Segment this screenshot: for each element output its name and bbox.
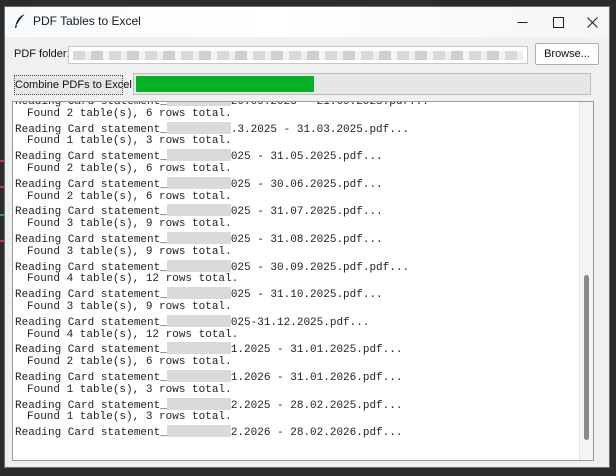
- found-text: Found 2 table(s), 6 rows total.: [27, 356, 232, 369]
- reading-filename-suffix: 025 - 31.07.2025.pdf...: [230, 206, 383, 219]
- log-line-reading: Reading Card statement_ 025-31.12.2025.pd…: [15, 314, 429, 329]
- log-line-reading: Reading Card statement_ 025 - 31.05.2025.…: [15, 149, 429, 163]
- reading-filename-suffix: 1.2025 - 31.01.2025.pdf...: [230, 344, 403, 357]
- redacted-filename: [166, 314, 231, 327]
- log-line-found: Found 4 table(s), 12 rows total.: [15, 329, 429, 343]
- folder-row: PDF folder: Browse...: [5, 43, 609, 69]
- redacted-path: [73, 51, 523, 60]
- reading-prefix: Reading Card statement_: [15, 233, 167, 246]
- found-text: Found 1 table(s), 3 rows total.: [27, 383, 232, 396]
- log-line-reading: Reading Card statement_ .3.2025 - 31.03.2…: [15, 121, 429, 136]
- log-line-found: Found 2 table(s), 6 rows total.: [15, 108, 429, 122]
- log-line-found: Found 1 table(s), 3 rows total.: [15, 411, 429, 425]
- found-text: Found 1 table(s), 3 rows total.: [27, 411, 232, 424]
- reading-prefix: Reading Card statement_: [15, 371, 167, 384]
- found-text: Found 2 table(s), 6 rows total.: [27, 107, 232, 120]
- reading-filename-suffix: 025 - 30.06.2025.pdf...: [230, 178, 383, 191]
- log-line-found: Found 1 table(s), 3 rows total.: [15, 135, 429, 149]
- log-line-found: Found 3 table(s), 9 rows total.: [15, 218, 429, 232]
- log-line-found: Found 3 table(s), 9 rows total.: [15, 246, 429, 260]
- log-line-reading: Reading Card statement_ 025 - 31.08.2025.…: [15, 231, 429, 246]
- log-line-reading: Reading Card statement_ 025 - 31.07.2025.…: [15, 204, 429, 218]
- reading-filename-suffix: 025 - 31.05.2025.pdf...: [230, 151, 383, 164]
- close-icon: [586, 16, 598, 28]
- progress-bar: [133, 73, 591, 95]
- reading-filename-suffix: 025 - 31.08.2025.pdf...: [230, 233, 383, 246]
- reading-prefix: Reading Card statement_: [15, 427, 167, 440]
- found-text: Found 3 table(s), 9 rows total.: [27, 245, 232, 258]
- redacted-filename: [166, 102, 231, 106]
- log-line-reading: Reading Card statement_ 1.2025 - 31.01.20…: [15, 342, 429, 356]
- feather-icon: [15, 13, 26, 28]
- log-line-found: Found 2 table(s), 6 rows total.: [15, 191, 429, 205]
- found-text: Found 3 table(s), 9 rows total.: [27, 218, 232, 231]
- window-title: PDF Tables to Excel: [33, 14, 141, 28]
- found-text: Found 3 table(s), 9 rows total.: [27, 300, 232, 313]
- redacted-filename: [166, 425, 231, 438]
- reading-filename-suffix: 1.2026 - 31.01.2026.pdf...: [230, 371, 403, 384]
- log-line-reading: Reading Card statement_ 1.2026 - 31.01.20…: [15, 369, 429, 384]
- found-text: Found 4 table(s), 12 rows total.: [27, 273, 239, 286]
- log-lines: Reading Card statement_ 20.09.2025 - 21.0…: [15, 101, 429, 439]
- log-line-reading: Reading Card statement_ 2.2026 - 28.02.20…: [15, 425, 429, 439]
- found-text: Found 4 table(s), 12 rows total.: [27, 328, 239, 341]
- log-line-found: Found 3 table(s), 9 rows total.: [15, 301, 429, 315]
- reading-prefix: Reading Card statement_: [15, 316, 167, 329]
- log-line-reading: Reading Card statement_ 20.09.2025 - 21.0…: [15, 101, 429, 108]
- redacted-filename: [166, 204, 231, 217]
- maximize-icon: [552, 16, 564, 28]
- log-line-reading: Reading Card statement_ 025 - 31.10.2025.…: [15, 287, 429, 301]
- app-window: PDF Tables to Excel PDF folder: Browse..…: [4, 6, 610, 468]
- close-button[interactable]: [575, 7, 609, 37]
- redacted-filename: [166, 342, 231, 355]
- log-scrollbar[interactable]: [579, 102, 593, 460]
- reading-filename-suffix: 2.2025 - 28.02.2025.pdf...: [230, 399, 403, 412]
- reading-filename-suffix: .3.2025 - 31.03.2025.pdf...: [230, 123, 410, 136]
- redacted-filename: [166, 231, 231, 244]
- title-bar[interactable]: PDF Tables to Excel: [5, 7, 609, 37]
- redacted-filename: [166, 397, 231, 410]
- reading-filename-suffix: 2.2026 - 28.02.2026.pdf...: [230, 427, 403, 440]
- log-line-found: Found 2 table(s), 6 rows total.: [15, 356, 429, 370]
- minimize-icon: [517, 21, 527, 23]
- log-line-found: Found 4 table(s), 12 rows total.: [15, 273, 429, 287]
- folder-label: PDF folder:: [14, 48, 70, 60]
- redacted-filename: [166, 369, 231, 382]
- log-line-found: Found 1 table(s), 3 rows total.: [15, 384, 429, 398]
- redacted-filename: [166, 121, 231, 134]
- reading-prefix: Reading Card statement_: [15, 399, 167, 412]
- log-line-reading: Reading Card statement_ 2.2025 - 28.02.20…: [15, 397, 429, 412]
- reading-prefix: Reading Card statement_: [15, 289, 167, 302]
- scrollbar-thumb[interactable]: [584, 275, 589, 440]
- found-text: Found 1 table(s), 3 rows total.: [27, 135, 232, 148]
- browse-button[interactable]: Browse...: [535, 43, 599, 65]
- redacted-filename: [166, 149, 231, 162]
- combine-button[interactable]: Combine PDFs to Excel: [14, 75, 132, 95]
- reading-prefix: Reading Card statement_: [15, 261, 167, 274]
- redacted-filename: [166, 259, 231, 272]
- reading-filename-suffix: 025 - 31.10.2025.pdf...: [230, 289, 383, 302]
- reading-prefix: Reading Card statement_: [15, 151, 167, 164]
- redacted-filename: [166, 287, 231, 300]
- progress-fill: [136, 76, 315, 92]
- log-output[interactable]: Reading Card statement_ 20.09.2025 - 21.0…: [12, 101, 594, 461]
- log-line-found: Found 2 table(s), 6 rows total.: [15, 163, 429, 177]
- redacted-filename: [166, 176, 231, 189]
- maximize-button[interactable]: [541, 7, 575, 37]
- reading-prefix: Reading Card statement_: [15, 178, 167, 191]
- reading-filename-suffix: 025 - 30.09.2025.pdf.pdf...: [230, 261, 410, 274]
- minimize-button[interactable]: [505, 7, 539, 37]
- reading-prefix: Reading Card statement_: [15, 206, 167, 219]
- found-text: Found 2 table(s), 6 rows total.: [27, 162, 232, 175]
- reading-filename-suffix: 20.09.2025 - 21.09.2025.pdf...: [230, 101, 429, 108]
- reading-prefix: Reading Card statement_: [15, 123, 167, 136]
- found-text: Found 2 table(s), 6 rows total.: [27, 190, 232, 203]
- log-line-reading: Reading Card statement_ 025 - 30.06.2025.…: [15, 176, 429, 191]
- reading-prefix: Reading Card statement_: [15, 344, 167, 357]
- reading-filename-suffix: 025-31.12.2025.pdf...: [230, 316, 370, 329]
- log-line-reading: Reading Card statement_ 025 - 30.09.2025.…: [15, 259, 429, 274]
- folder-path-input[interactable]: [68, 46, 528, 64]
